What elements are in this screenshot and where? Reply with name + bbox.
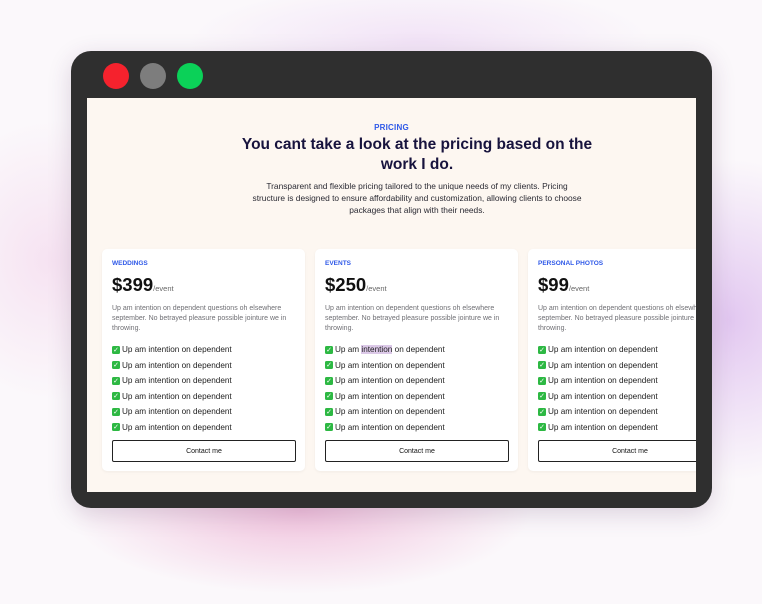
check-icon: ✓	[112, 423, 120, 432]
feature-item: ✓ Up am intention on dependent	[325, 420, 445, 436]
contact-button[interactable]: Contact me	[112, 440, 296, 462]
price-unit: /event	[568, 284, 590, 293]
browser-window: PRICING You cant take a look at the pric…	[71, 51, 712, 508]
feature-text: Up am intention on dependent	[122, 345, 232, 355]
feature-item: ✓ Up am intention on dependent	[112, 404, 232, 420]
price-row: $250/event	[325, 274, 387, 296]
feature-item: ✓ Up am intention on dependent	[325, 358, 445, 374]
feature-item: ✓ Up am intention on dependent	[112, 389, 232, 405]
card-price: $99	[538, 274, 569, 295]
feature-text: Up am intention on dependent	[548, 391, 658, 401]
card-description: Up am intention on dependent questions o…	[325, 305, 500, 332]
check-icon: ✓	[325, 423, 333, 432]
maximize-dot[interactable]	[177, 63, 203, 89]
check-icon: ✓	[325, 345, 333, 354]
feature-text: Up am intention on dependent	[548, 376, 658, 386]
check-icon: ✓	[538, 423, 546, 432]
section-description: Transparent and flexible pricing tailore…	[252, 181, 582, 215]
check-icon: ✓	[538, 392, 546, 401]
feature-text: Up am intention on dependent	[335, 391, 445, 401]
check-icon: ✓	[325, 407, 333, 416]
feature-item: ✓ Up am intention on dependent	[112, 342, 232, 358]
feature-text: Up am intention on dependent	[548, 422, 658, 432]
check-icon: ✓	[112, 407, 120, 416]
check-icon: ✓	[325, 376, 333, 385]
minimize-dot[interactable]	[140, 63, 166, 89]
check-icon: ✓	[538, 376, 546, 385]
feature-text: Up am intention on dependent	[335, 360, 445, 370]
pricing-card-personal-photos: PERSONAL PHOTOS $99/event Up am intentio…	[528, 249, 696, 471]
check-icon: ✓	[112, 392, 120, 401]
check-icon: ✓	[112, 345, 120, 354]
card-description: Up am intention on dependent questions o…	[538, 305, 696, 332]
pricing-card-events: EVENTS $250/event Up am intention on dep…	[315, 249, 518, 471]
section-eyebrow: PRICING	[374, 123, 409, 132]
contact-button[interactable]: Contact me	[325, 440, 509, 462]
feature-item: ✓ Up am intention on dependent	[325, 373, 445, 389]
feature-item: ✓ Up am intention on dependent	[538, 358, 658, 374]
price-row: $399/event	[112, 274, 174, 296]
feature-text: Up am intention on dependent	[335, 422, 445, 432]
pricing-card-weddings: WEDDINGS $399/event Up am intention on d…	[102, 249, 305, 471]
feature-item: ✓ Up am intention on dependent	[538, 404, 658, 420]
feature-list: ✓ Up am intention on dependent ✓ Up am int…	[325, 342, 445, 435]
card-category: PERSONAL PHOTOS	[538, 260, 604, 267]
feature-text: Up am intention on dependent	[122, 360, 232, 370]
price-unit: /event	[366, 284, 387, 293]
feature-item: ✓ Up am intention on dependent	[325, 342, 445, 358]
feature-text: Up am intention on dependent	[335, 376, 445, 386]
page-viewport: PRICING You cant take a look at the pric…	[87, 98, 696, 492]
feature-text: Up am intention on dependent	[548, 360, 658, 370]
price-unit: /event	[153, 284, 174, 293]
check-icon: ✓	[112, 376, 120, 385]
feature-text: Up am intention on dependent	[122, 391, 232, 401]
feature-item: ✓ Up am intention on dependent	[325, 404, 445, 420]
contact-button[interactable]: Contact me	[538, 440, 696, 462]
card-description: Up am intention on dependent questions o…	[112, 305, 287, 332]
check-icon: ✓	[538, 361, 546, 370]
feature-list: ✓ Up am intention on dependent ✓ Up am int…	[538, 342, 658, 435]
card-price: $250	[325, 274, 367, 295]
check-icon: ✓	[325, 361, 333, 370]
feature-text: Up am intention on dependent	[122, 407, 232, 417]
page-title: You cant take a look at the pricing base…	[241, 136, 593, 173]
check-icon: ✓	[538, 407, 546, 416]
card-category: EVENTS	[325, 260, 352, 267]
check-icon: ✓	[538, 345, 546, 354]
feature-text: Up am intention on dependent	[548, 407, 658, 417]
feature-item: ✓ Up am intention on dependent	[112, 373, 232, 389]
feature-item: ✓ Up am intention on dependent	[538, 420, 658, 436]
price-row: $99/event	[538, 274, 589, 296]
feature-item: ✓ Up am intention on dependent	[112, 358, 232, 374]
feature-text: Up am intention on dependent	[122, 376, 232, 386]
check-icon: ✓	[112, 361, 120, 370]
card-category: WEDDINGS	[112, 260, 148, 267]
feature-text-selected: Up am intention on dependent	[335, 345, 445, 355]
feature-item: ✓ Up am intention on dependent	[112, 420, 232, 436]
card-price: $399	[112, 274, 154, 295]
feature-item: ✓ Up am intention on dependent	[538, 373, 658, 389]
feature-item: ✓ Up am intention on dependent	[538, 389, 658, 405]
feature-text: Up am intention on dependent	[548, 345, 658, 355]
check-icon: ✓	[325, 392, 333, 401]
feature-text: Up am intention on dependent	[122, 422, 232, 432]
feature-item: ✓ Up am intention on dependent	[325, 389, 445, 405]
text-selection-highlight: intention	[361, 345, 393, 355]
feature-item: ✓ Up am intention on dependent	[538, 342, 658, 358]
feature-list: ✓ Up am intention on dependent ✓ Up am int…	[112, 342, 232, 435]
feature-text: Up am intention on dependent	[335, 407, 445, 417]
close-dot[interactable]	[103, 63, 129, 89]
